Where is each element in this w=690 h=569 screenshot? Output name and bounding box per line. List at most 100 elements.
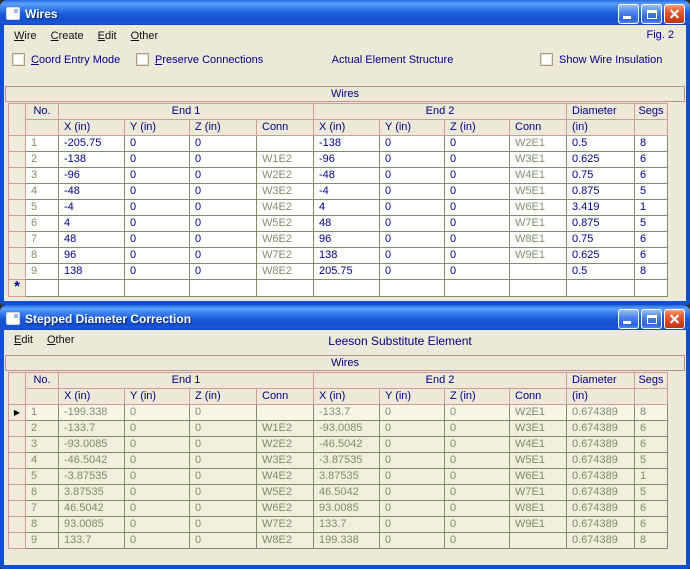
grid-cell[interactable]: 2 — [26, 152, 59, 168]
grid-cell[interactable]: 46.5042 — [59, 501, 125, 517]
grid-cell[interactable]: 0 — [190, 184, 257, 200]
grid-cell[interactable]: 96 — [314, 232, 380, 248]
grid-cell[interactable]: 0 — [125, 264, 190, 280]
grid-cell[interactable]: 6 — [635, 437, 668, 453]
grid-cell[interactable]: 93.0085 — [59, 517, 125, 533]
grid-cell[interactable]: 6 — [635, 152, 668, 168]
minimize-button[interactable] — [618, 309, 639, 329]
grid-cell[interactable]: W3E2 — [257, 184, 314, 200]
grid-cell[interactable]: 0.674389 — [567, 533, 635, 549]
grid-cell[interactable]: -205.75 — [59, 136, 125, 152]
maximize-button[interactable] — [641, 309, 662, 329]
grid-cell[interactable] — [445, 280, 510, 297]
grid-cell[interactable] — [59, 280, 125, 297]
close-button[interactable] — [664, 309, 685, 329]
sdc-titlebar[interactable]: Stepped Diameter Correction — [0, 305, 690, 330]
grid-cell[interactable] — [125, 280, 190, 297]
grid-cell[interactable]: W7E1 — [510, 485, 567, 501]
grid-cell[interactable]: W4E2 — [257, 200, 314, 216]
grid-cell[interactable]: 0.674389 — [567, 421, 635, 437]
wires-titlebar[interactable]: Wires — [0, 0, 690, 25]
grid-cell[interactable]: -133.7 — [59, 421, 125, 437]
grid-cell[interactable]: 0 — [125, 216, 190, 232]
grid-cell[interactable]: 0 — [190, 437, 257, 453]
grid-cell[interactable]: 0 — [125, 517, 190, 533]
grid-cell[interactable]: 133.7 — [59, 533, 125, 549]
grid-cell[interactable]: 6 — [26, 216, 59, 232]
grid-cell[interactable]: 0.625 — [567, 248, 635, 264]
row-selector[interactable] — [9, 168, 26, 184]
grid-cell[interactable] — [190, 280, 257, 297]
grid-cell[interactable] — [567, 280, 635, 297]
grid-cell[interactable]: 0 — [190, 421, 257, 437]
grid-cell[interactable]: -133.7 — [314, 405, 380, 421]
checkbox-show-wire-insulation[interactable]: Show Wire Insulation — [540, 53, 662, 66]
row-selector[interactable] — [9, 421, 26, 437]
grid-cell[interactable]: 4 — [26, 453, 59, 469]
grid-cell[interactable]: 6 — [635, 517, 668, 533]
grid-cell[interactable]: 0 — [190, 453, 257, 469]
grid-cell[interactable]: 0 — [445, 485, 510, 501]
menu-other[interactable]: Other — [131, 30, 159, 42]
grid-cell[interactable]: -96 — [314, 152, 380, 168]
grid-cell[interactable]: 0 — [380, 264, 445, 280]
grid-cell[interactable]: 0 — [445, 200, 510, 216]
grid-cell[interactable]: 0 — [445, 216, 510, 232]
grid-cell[interactable]: W4E1 — [510, 168, 567, 184]
grid-cell[interactable]: 9 — [26, 264, 59, 280]
grid-cell[interactable]: 0 — [125, 405, 190, 421]
row-selector[interactable] — [9, 184, 26, 200]
grid-cell[interactable]: 6 — [635, 232, 668, 248]
grid-cell[interactable] — [510, 264, 567, 280]
grid-cell[interactable]: 133.7 — [314, 517, 380, 533]
grid-cell[interactable]: 0.674389 — [567, 469, 635, 485]
grid-cell[interactable]: 0 — [445, 168, 510, 184]
grid-cell[interactable]: 2 — [26, 421, 59, 437]
row-selector[interactable] — [9, 533, 26, 549]
grid-cell[interactable]: -46.5042 — [59, 453, 125, 469]
grid-cell[interactable]: W6E2 — [257, 232, 314, 248]
row-selector[interactable] — [9, 517, 26, 533]
grid-cell[interactable]: 0 — [125, 248, 190, 264]
grid-cell[interactable]: 0 — [445, 453, 510, 469]
grid-cell[interactable]: 0 — [445, 469, 510, 485]
grid-cell[interactable]: 0.674389 — [567, 501, 635, 517]
grid-cell[interactable]: 8 — [635, 136, 668, 152]
grid-cell[interactable] — [510, 533, 567, 549]
grid-cell[interactable]: 0 — [445, 517, 510, 533]
grid-cell[interactable]: 0 — [380, 517, 445, 533]
grid-cell[interactable] — [380, 280, 445, 297]
grid-cell[interactable]: W5E2 — [257, 216, 314, 232]
grid-cell[interactable]: -138 — [314, 136, 380, 152]
grid-cell[interactable]: -3.87535 — [59, 469, 125, 485]
grid-cell[interactable]: 0 — [190, 200, 257, 216]
grid-cell[interactable]: W6E2 — [257, 501, 314, 517]
grid-cell[interactable]: W9E1 — [510, 248, 567, 264]
grid-cell[interactable]: W4E1 — [510, 437, 567, 453]
grid-cell[interactable]: -4 — [314, 184, 380, 200]
grid-cell[interactable]: 0 — [190, 248, 257, 264]
grid-cell[interactable]: 48 — [59, 232, 125, 248]
maximize-button[interactable] — [641, 4, 662, 24]
grid-cell[interactable]: 0 — [380, 152, 445, 168]
grid-cell[interactable]: 0 — [445, 501, 510, 517]
grid-cell[interactable]: W5E2 — [257, 485, 314, 501]
grid-cell[interactable]: 7 — [26, 501, 59, 517]
grid-cell[interactable]: 0 — [445, 184, 510, 200]
minimize-button[interactable] — [618, 4, 639, 24]
grid-cell[interactable]: 6 — [635, 168, 668, 184]
grid-cell[interactable]: 0 — [125, 533, 190, 549]
grid-cell[interactable]: 0 — [190, 469, 257, 485]
grid-cell[interactable]: 0 — [125, 469, 190, 485]
grid-cell[interactable]: 6 — [635, 248, 668, 264]
grid-cell[interactable]: 7 — [26, 232, 59, 248]
row-selector[interactable] — [9, 200, 26, 216]
grid-cell[interactable]: W3E1 — [510, 421, 567, 437]
grid-cell[interactable]: W7E2 — [257, 248, 314, 264]
grid-cell[interactable]: 0 — [125, 437, 190, 453]
grid-cell[interactable]: 0 — [380, 248, 445, 264]
grid-cell[interactable] — [635, 280, 668, 297]
grid-cell[interactable]: 1 — [635, 200, 668, 216]
grid-cell[interactable]: 0 — [125, 485, 190, 501]
grid-cell[interactable]: 1 — [26, 136, 59, 152]
